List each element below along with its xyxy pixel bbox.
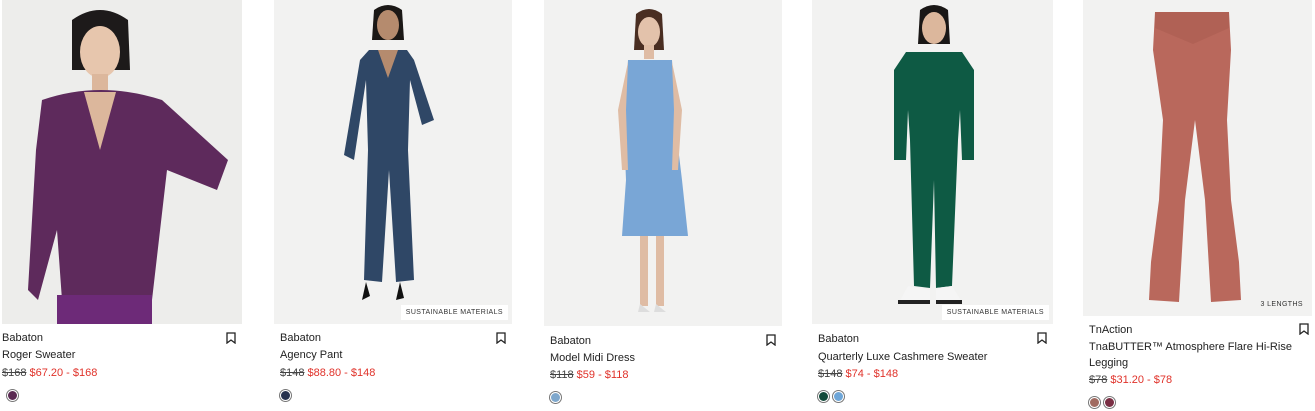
product-brand: Babaton <box>818 333 859 345</box>
product-price: $148 $88.80 - $148 <box>280 367 375 379</box>
color-swatch[interactable] <box>551 393 560 402</box>
product-brand: Babaton <box>280 332 321 344</box>
product-photo <box>274 0 512 324</box>
product-brand: TnAction <box>1089 324 1133 336</box>
product-photo <box>544 0 782 326</box>
product-badge: SUSTAINABLE MATERIALS <box>400 305 508 320</box>
product-card[interactable]: SUSTAINABLE MATERIALS Babaton Quarterly … <box>812 0 1053 411</box>
color-swatch[interactable] <box>819 392 828 401</box>
color-swatches <box>8 391 17 400</box>
bookmark-icon[interactable] <box>496 331 508 345</box>
product-brand: Babaton <box>2 332 43 344</box>
product-price: $168 $67.20 - $168 <box>2 367 97 379</box>
product-photo <box>812 0 1053 324</box>
color-swatch[interactable] <box>1090 398 1099 407</box>
color-swatch[interactable] <box>281 391 290 400</box>
original-price: $148 <box>818 368 843 380</box>
product-card[interactable]: 3 LENGTHS TnAction TnaBUTTER™ Atmosphere… <box>1083 0 1315 411</box>
bookmark-icon[interactable] <box>226 331 238 345</box>
product-name[interactable]: Quarterly Luxe Cashmere Sweater <box>818 349 987 365</box>
product-image[interactable]: SUSTAINABLE MATERIALS <box>812 0 1053 324</box>
product-image[interactable]: 3 LENGTHS <box>1083 0 1312 316</box>
product-brand: Babaton <box>550 335 591 347</box>
original-price: $78 <box>1089 374 1108 386</box>
product-badge: 3 LENGTHS <box>1260 301 1303 308</box>
color-swatches <box>551 393 560 402</box>
product-photo <box>1083 0 1312 316</box>
product-photo <box>2 0 242 324</box>
product-image[interactable] <box>544 0 782 326</box>
product-price: $118 $59 - $118 <box>550 369 628 381</box>
product-name[interactable]: TnaBUTTER™ Atmosphere Flare Hi-Rise Legg… <box>1089 339 1294 371</box>
product-card[interactable]: Babaton Model Midi Dress $118 $59 - $118 <box>544 0 782 411</box>
original-price: $168 <box>2 367 27 379</box>
product-image[interactable] <box>2 0 242 324</box>
color-swatches <box>281 391 290 400</box>
product-card[interactable]: Babaton Roger Sweater $168 $67.20 - $168 <box>2 0 242 411</box>
sale-price: $31.20 - $78 <box>1110 374 1173 386</box>
product-name[interactable]: Agency Pant <box>280 347 342 363</box>
product-name[interactable]: Roger Sweater <box>2 347 75 363</box>
product-name[interactable]: Model Midi Dress <box>550 350 635 366</box>
bookmark-icon[interactable] <box>1299 322 1311 336</box>
product-card[interactable]: SUSTAINABLE MATERIALS Babaton Agency Pan… <box>274 0 512 411</box>
bookmark-icon[interactable] <box>766 333 778 347</box>
product-image[interactable]: SUSTAINABLE MATERIALS <box>274 0 512 324</box>
original-price: $148 <box>280 367 305 379</box>
sale-price: $74 - $148 <box>845 368 899 380</box>
color-swatch[interactable] <box>8 391 17 400</box>
product-price: $148 $74 - $148 <box>818 368 898 380</box>
color-swatch[interactable] <box>834 392 843 401</box>
product-price: $78 $31.20 - $78 <box>1089 374 1172 386</box>
original-price: $118 <box>550 369 574 381</box>
sale-price: $59 - $118 <box>576 369 629 381</box>
sale-price: $88.80 - $148 <box>307 367 376 379</box>
color-swatches <box>819 392 843 401</box>
bookmark-icon[interactable] <box>1037 331 1049 345</box>
color-swatch[interactable] <box>1105 398 1114 407</box>
sale-price: $67.20 - $168 <box>29 367 98 379</box>
product-badge: SUSTAINABLE MATERIALS <box>941 305 1049 320</box>
color-swatches <box>1090 398 1114 407</box>
